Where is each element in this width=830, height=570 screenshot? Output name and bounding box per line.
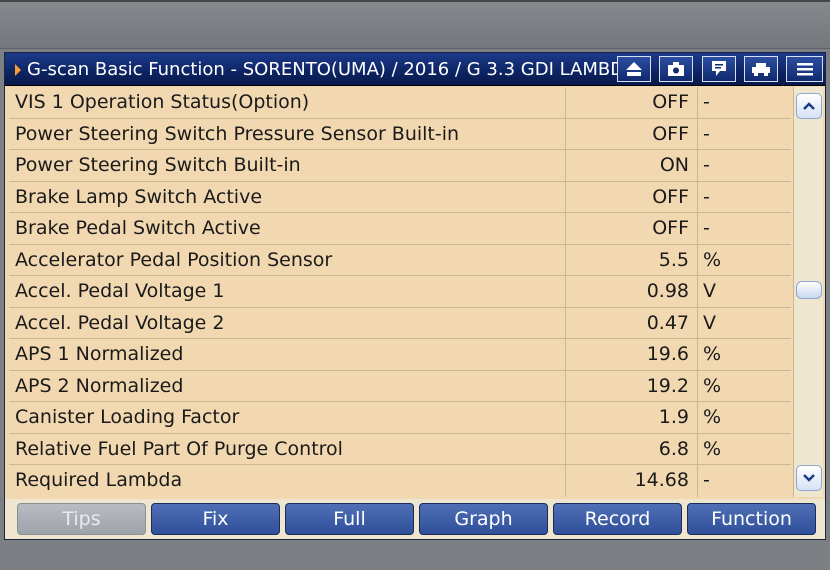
vertical-scrollbar[interactable] [793,87,823,497]
scroll-thumb[interactable] [796,281,822,299]
fix-button[interactable]: Fix [151,503,280,535]
row-unit: % [703,406,722,428]
row-unit: - [703,185,710,208]
title-arrow-icon [15,64,21,76]
row-value: OFF [652,185,689,208]
row-value: ON [659,154,689,176]
window-title: G-scan Basic Function - SORENTO(UMA) / 2… [27,59,617,80]
row-unit: - [703,217,710,239]
row-unit: V [703,311,716,334]
table-row[interactable]: APS 2 Normalized 19.2 % [9,371,791,402]
table-row[interactable]: Brake Pedal Switch Active OFF - [9,213,791,245]
table-row[interactable]: VIS 1 Operation Status(Option) OFF - [9,87,791,119]
row-label: Required Lambda [15,469,183,491]
row-unit: - [703,469,710,491]
data-table: VIS 1 Operation Status(Option) OFF - Pow… [9,87,791,497]
table-row[interactable]: Power Steering Switch Pressure Sensor Bu… [9,119,791,150]
row-value: 0.98 [646,280,689,302]
table-row[interactable]: Canister Loading Factor 1.9 % [9,402,791,434]
table-row[interactable]: Accel. Pedal Voltage 1 0.98 V [9,276,791,308]
row-label: Power Steering Switch Pressure Sensor Bu… [15,122,460,145]
row-label: Power Steering Switch Built-in [15,154,301,176]
table-row[interactable]: Brake Lamp Switch Active OFF - [9,182,791,213]
row-unit: - [703,154,710,176]
row-value: OFF [652,217,689,239]
camera-icon [668,62,684,76]
row-value: 5.5 [658,248,689,271]
scroll-up-button[interactable] [796,93,822,119]
row-label: APS 1 Normalized [15,343,184,365]
table-row[interactable]: Accel. Pedal Voltage 2 0.47 V [9,308,791,339]
row-label: APS 2 Normalized [15,374,184,397]
row-label: Accel. Pedal Voltage 2 [15,311,225,334]
chevron-up-icon [803,102,815,110]
record-button[interactable]: Record [553,503,682,535]
table-row[interactable]: Power Steering Switch Built-in ON - [9,150,791,182]
row-value: OFF [652,122,689,145]
row-unit: - [703,91,710,113]
scroll-down-button[interactable] [796,465,822,491]
row-label: VIS 1 Operation Status(Option) [15,91,310,113]
table-row[interactable]: Required Lambda 14.68 - [9,465,791,497]
title-bar: G-scan Basic Function - SORENTO(UMA) / 2… [5,53,825,86]
menu-button[interactable] [786,56,823,82]
capture-button[interactable] [659,56,693,82]
row-label: Accelerator Pedal Position Sensor [15,248,333,271]
row-label: Canister Loading Factor [15,406,240,428]
home-button[interactable] [617,56,651,82]
chevron-down-icon [803,474,815,482]
row-unit: % [703,248,722,271]
row-label: Brake Pedal Switch Active [15,217,261,239]
row-value: 14.68 [634,469,689,491]
row-unit: - [703,122,710,145]
row-label: Brake Lamp Switch Active [15,185,263,208]
row-unit: % [703,374,722,397]
row-unit: % [703,437,722,460]
row-value: 19.2 [646,374,689,397]
menu-icon [796,63,813,76]
table-row[interactable]: Relative Fuel Part Of Purge Control 6.8 … [9,434,791,465]
row-value: 6.8 [658,437,689,460]
table-row[interactable]: Accelerator Pedal Position Sensor 5.5 % [9,245,791,276]
comment-button[interactable] [702,56,736,82]
row-label: Accel. Pedal Voltage 1 [15,280,225,302]
row-unit: % [703,343,722,365]
vehicle-icon [752,63,770,76]
table-row[interactable]: APS 1 Normalized 19.6 % [9,339,791,371]
row-label: Relative Fuel Part Of Purge Control [15,437,343,460]
row-unit: V [703,280,716,302]
row-value: 1.9 [658,406,689,428]
function-button[interactable]: Function [687,503,816,535]
graph-button[interactable]: Graph [419,503,548,535]
home-icon [626,62,642,76]
top-strip [0,0,830,49]
full-button[interactable]: Full [285,503,414,535]
vehicle-button[interactable] [744,56,778,82]
row-value: 19.6 [646,343,689,365]
tips-button[interactable]: Tips [17,503,146,535]
function-button-bar: Tips Fix Full Graph Record Function [5,499,825,539]
comment-icon [712,61,726,76]
basic-function-window: G-scan Basic Function - SORENTO(UMA) / 2… [4,52,826,540]
row-value: OFF [652,91,689,113]
row-value: 0.47 [646,311,689,334]
